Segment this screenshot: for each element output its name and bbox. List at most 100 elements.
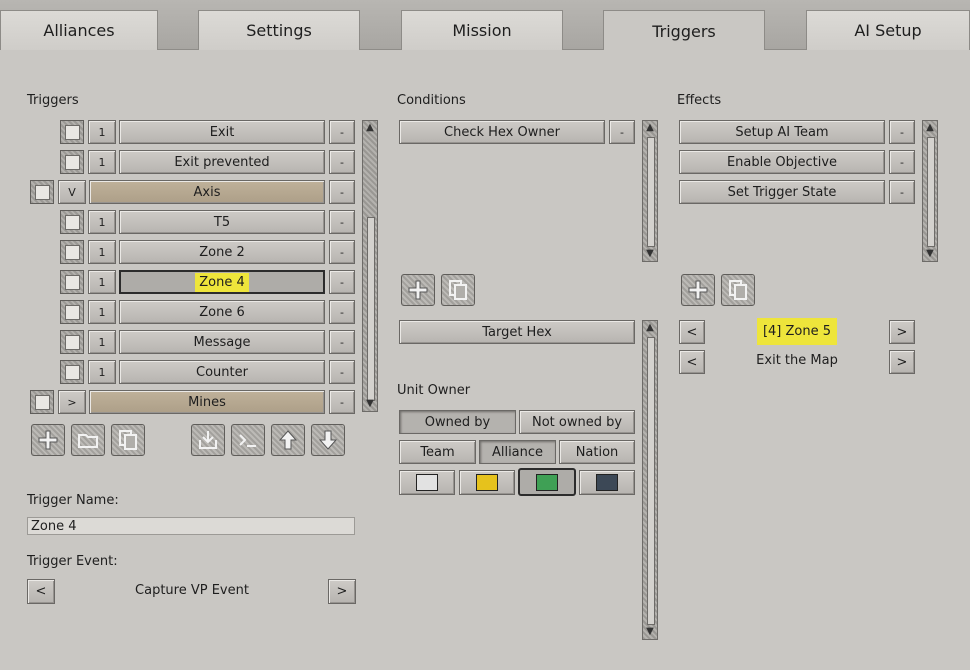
effect-target-next-button[interactable]: > [889, 320, 915, 344]
trigger-checkbox[interactable] [30, 390, 54, 414]
trigger-item-message[interactable]: Message [119, 330, 325, 354]
scroll-up-icon[interactable]: ▲ [924, 122, 936, 134]
trigger-remove-button[interactable]: - [329, 150, 355, 174]
trigger-group-mines[interactable]: Mines [89, 390, 325, 414]
scroll-up-icon[interactable]: ▲ [644, 322, 656, 334]
trigger-count[interactable]: 1 [88, 240, 116, 264]
alliance-color-yellow[interactable] [459, 470, 515, 495]
trigger-item-zone-4[interactable]: Zone 4 [119, 270, 325, 294]
effect-item-setup-ai-team[interactable]: Setup AI Team [679, 120, 885, 144]
trigger-count[interactable]: 1 [88, 300, 116, 324]
effect-item-enable-objective[interactable]: Enable Objective [679, 150, 885, 174]
trigger-checkbox[interactable] [30, 180, 54, 204]
trigger-remove-button[interactable]: - [329, 330, 355, 354]
trigger-count[interactable]: 1 [88, 120, 116, 144]
effects-scrollbar[interactable]: ▲ ▼ [922, 120, 938, 262]
trigger-checkbox[interactable] [60, 300, 84, 324]
copy-condition-button[interactable] [441, 274, 475, 306]
effect-remove-button[interactable]: - [889, 180, 915, 204]
trigger-item-zone-6[interactable]: Zone 6 [119, 300, 325, 324]
tab-ai-setup[interactable]: AI Setup [806, 10, 970, 50]
owned-by-toggle[interactable]: Owned by [399, 410, 516, 434]
owner-type-nation[interactable]: Nation [559, 440, 635, 464]
trigger-remove-button[interactable]: - [329, 120, 355, 144]
trigger-item-exit[interactable]: Exit [119, 120, 325, 144]
trigger-checkbox[interactable] [60, 240, 84, 264]
move-down-button[interactable] [311, 424, 345, 456]
trigger-remove-button[interactable]: - [329, 300, 355, 324]
trigger-checkbox[interactable] [60, 120, 84, 144]
triggers-scrollbar[interactable]: ▲ ▼ [362, 120, 378, 412]
effect-target-prev-button[interactable]: < [679, 320, 705, 344]
scroll-thumb[interactable] [927, 137, 935, 247]
scroll-up-icon[interactable]: ▲ [364, 122, 376, 134]
copy-effect-button[interactable] [721, 274, 755, 306]
effect-remove-button[interactable]: - [889, 120, 915, 144]
trigger-item-zone-2[interactable]: Zone 2 [119, 240, 325, 264]
trigger-item-counter[interactable]: Counter [119, 360, 325, 384]
alliance-color-green[interactable] [518, 468, 576, 496]
trigger-remove-button[interactable]: - [329, 180, 355, 204]
trigger-remove-button[interactable]: - [329, 360, 355, 384]
trigger-checkbox[interactable] [60, 330, 84, 354]
trigger-checkbox[interactable] [60, 360, 84, 384]
alliance-color-white[interactable] [399, 470, 455, 495]
scroll-up-icon[interactable]: ▲ [644, 122, 656, 134]
trigger-count[interactable]: 1 [88, 330, 116, 354]
copy-trigger-button[interactable] [111, 424, 145, 456]
event-prev-button[interactable]: < [27, 579, 55, 604]
trigger-checkbox[interactable] [60, 270, 84, 294]
trigger-remove-button[interactable]: - [329, 240, 355, 264]
trigger-remove-button[interactable]: - [329, 270, 355, 294]
trigger-count[interactable]: 1 [88, 270, 116, 294]
import-button[interactable] [191, 424, 225, 456]
scroll-thumb[interactable] [647, 137, 655, 247]
scroll-down-icon[interactable]: ▼ [364, 398, 376, 410]
condition-detail-scrollbar[interactable]: ▲ ▼ [642, 320, 658, 640]
plus-icon [688, 280, 708, 300]
trigger-name-label: Trigger Name: [27, 493, 119, 508]
trigger-checkbox[interactable] [60, 210, 84, 234]
group-expand-toggle[interactable]: V [58, 180, 86, 204]
trigger-count[interactable]: 1 [88, 210, 116, 234]
tab-mission[interactable]: Mission [401, 10, 563, 50]
effect-option-prev-button[interactable]: < [679, 350, 705, 374]
trigger-count[interactable]: 1 [88, 360, 116, 384]
scroll-thumb[interactable] [647, 337, 655, 625]
effect-option-next-button[interactable]: > [889, 350, 915, 374]
scroll-down-icon[interactable]: ▼ [924, 248, 936, 260]
target-hex-button[interactable]: Target Hex [399, 320, 635, 344]
add-trigger-button[interactable] [31, 424, 65, 456]
trigger-item-exit-prevented[interactable]: Exit prevented [119, 150, 325, 174]
alliance-color-slate[interactable] [579, 470, 635, 495]
owner-type-team[interactable]: Team [399, 440, 476, 464]
trigger-remove-button[interactable]: - [329, 210, 355, 234]
event-next-button[interactable]: > [328, 579, 356, 604]
effect-item-set-trigger-state[interactable]: Set Trigger State [679, 180, 885, 204]
trigger-name-input[interactable]: Zone 4 [27, 517, 355, 535]
trigger-checkbox[interactable] [60, 150, 84, 174]
scroll-down-icon[interactable]: ▼ [644, 248, 656, 260]
tab-alliances[interactable]: Alliances [0, 10, 158, 50]
trigger-item-t5[interactable]: T5 [119, 210, 325, 234]
scroll-down-icon[interactable]: ▼ [644, 626, 656, 638]
import-icon [199, 431, 217, 449]
tab-triggers[interactable]: Triggers [603, 10, 765, 51]
group-expand-toggle[interactable]: > [58, 390, 86, 414]
move-up-button[interactable] [271, 424, 305, 456]
add-condition-button[interactable] [401, 274, 435, 306]
condition-item-check-hex-owner[interactable]: Check Hex Owner [399, 120, 605, 144]
trigger-group-axis[interactable]: Axis [89, 180, 325, 204]
trigger-remove-button[interactable]: - [329, 390, 355, 414]
owner-type-alliance[interactable]: Alliance [479, 440, 556, 464]
add-effect-button[interactable] [681, 274, 715, 306]
conditions-scrollbar[interactable]: ▲ ▼ [642, 120, 658, 262]
add-group-button[interactable] [71, 424, 105, 456]
not-owned-by-toggle[interactable]: Not owned by [519, 410, 635, 434]
script-button[interactable] [231, 424, 265, 456]
effect-remove-button[interactable]: - [889, 150, 915, 174]
tab-settings[interactable]: Settings [198, 10, 360, 50]
trigger-count[interactable]: 1 [88, 150, 116, 174]
condition-remove-button[interactable]: - [609, 120, 635, 144]
scroll-thumb[interactable] [367, 217, 375, 401]
